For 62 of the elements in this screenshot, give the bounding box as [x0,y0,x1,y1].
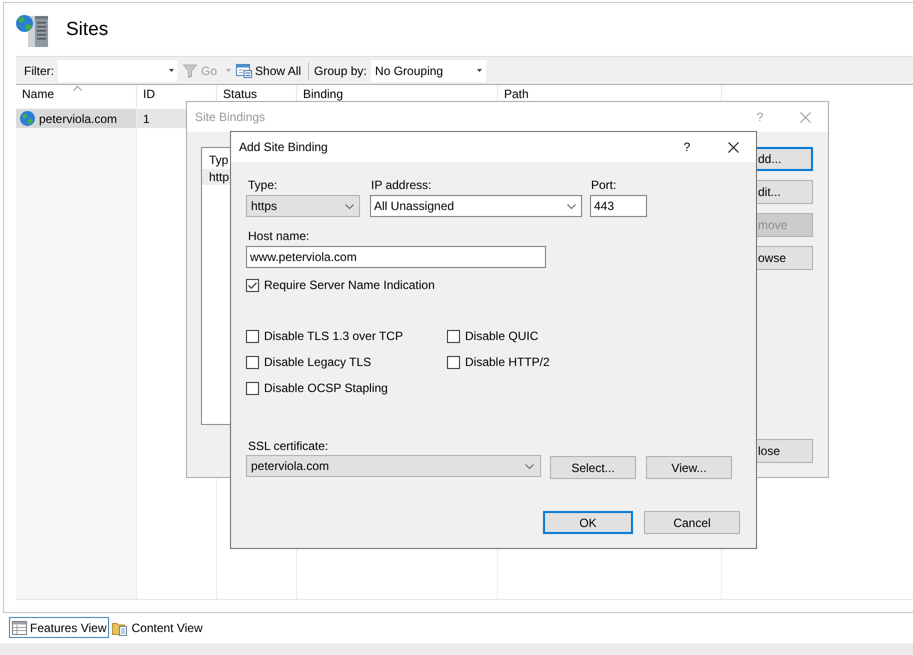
list-column-header[interactable]: Typ [202,148,232,169]
dialog-button[interactable]: owse [757,246,813,270]
port-label: Port: [590,178,618,192]
table-cell[interactable]: peterviola.com [16,109,136,128]
dialog-button[interactable]: dd... [757,147,813,171]
globe-icon [20,111,35,126]
checkbox[interactable] [246,330,259,342]
ip-address-value: All Unassigned [374,199,454,213]
checkbox[interactable] [246,356,259,368]
dialog-button[interactable]: OK [543,511,633,534]
checkbox-label[interactable]: Disable Legacy TLS [264,355,372,369]
checkbox-label[interactable]: Disable OCSP Stapling [264,381,388,395]
ip-address-select[interactable]: All Unassigned [370,195,582,217]
checkbox[interactable] [447,330,460,342]
chevron-down-icon [525,464,534,468]
sort-caret-icon [73,86,82,91]
host-name-label: Host name: [247,229,310,243]
page-title: Sites [66,18,108,42]
checkbox-label[interactable]: Disable QUIC [465,329,538,343]
close-icon [728,142,738,152]
group-by-label: Group by: [314,64,368,78]
ssl-certificate-select[interactable]: peterviola.com [246,455,541,477]
type-value: https [251,199,278,213]
funnel-icon [183,64,197,78]
filter-field[interactable] [58,60,177,82]
checkbox[interactable] [447,356,460,368]
checkbox-label[interactable]: Require Server Name Indication [264,278,435,292]
dialog-button[interactable]: Cancel [644,511,740,534]
ip-address-label: IP address: [370,178,432,192]
dialog-button[interactable]: View... [646,456,732,479]
globe-server-icon [16,12,49,47]
group-by-select[interactable]: No Grouping [371,60,486,82]
filter-label: Filter: [24,64,55,78]
port-field[interactable]: 443 [590,195,647,217]
group-by-value: No Grouping [375,64,444,78]
dropdown-arrow-icon [169,69,174,72]
dialog-button[interactable]: lose [757,439,813,463]
chevron-down-icon [567,204,576,208]
view-tab[interactable]: Content View [109,617,206,638]
dropdown-arrow-icon [477,69,482,72]
host-name-field[interactable]: www.peterviola.com [246,246,546,268]
dialog-button[interactable]: Select... [550,456,636,479]
type-select[interactable]: https [246,195,360,217]
dialog-title: Add Site Binding [239,140,328,154]
checkbox[interactable] [246,382,259,394]
dialog-button[interactable]: dit... [757,180,813,204]
view-tab[interactable]: Features View [9,617,110,638]
show-all-button[interactable]: Show All [236,60,302,82]
checkbox-label[interactable]: Disable HTTP/2 [465,355,550,369]
help-button[interactable]: ? [677,140,697,154]
checkbox-label[interactable]: Disable TLS 1.3 over TCP [264,329,403,343]
window-list-icon [236,64,252,78]
checkbox[interactable] [246,278,259,292]
table-grid-icon [12,620,27,634]
ssl-certificate-value: peterviola.com [251,459,330,473]
type-label: Type: [247,178,278,192]
close-icon [800,112,810,122]
ssl-certificate-label: SSL certificate: [247,439,328,453]
chevron-down-icon [345,204,354,208]
dropdown-arrow-icon [226,69,232,72]
checkmark-icon [248,282,257,288]
list-row[interactable]: http [202,169,232,185]
